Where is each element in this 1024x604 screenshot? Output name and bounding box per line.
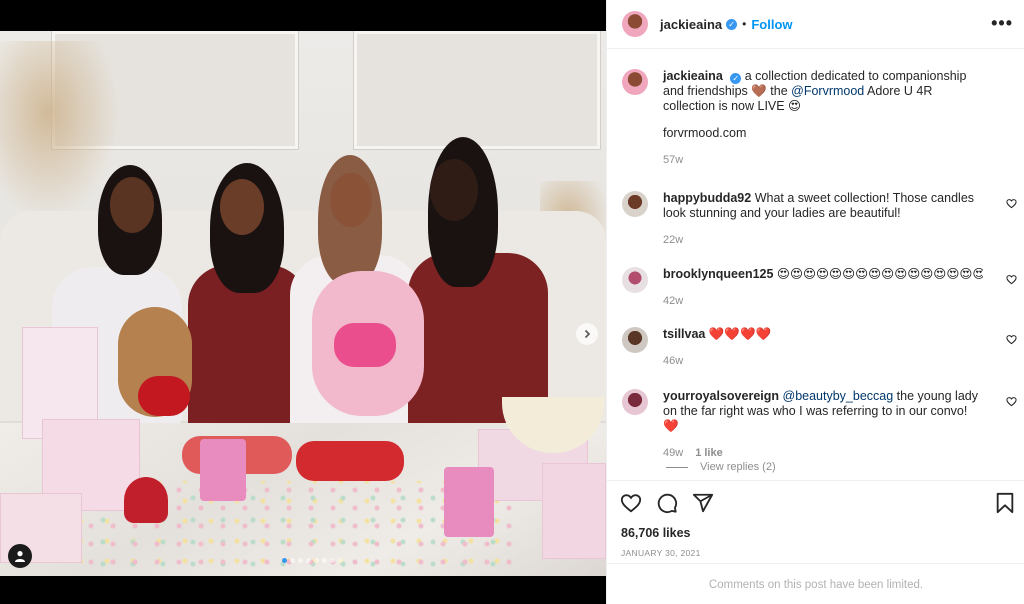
comment-like-button[interactable] — [1006, 334, 1017, 348]
caption-link: forvrmood.com — [663, 126, 747, 140]
commenter-username[interactable]: brooklynqueen125 — [663, 267, 773, 281]
comment-text: 😍😍😍😍😍😍😍😍😍😍😍😍😍😍😍😍😍😍😍😍😍 — [776, 267, 983, 281]
post-date[interactable]: JANUARY 30, 2021 — [621, 548, 701, 558]
person-2-face — [220, 179, 264, 235]
person-1-face — [110, 177, 154, 233]
author-avatar[interactable] — [622, 11, 648, 37]
comment-mention-link[interactable]: @beautyby_beccag — [783, 389, 894, 403]
person-4-face — [430, 159, 478, 221]
verified-badge-icon: ✓ — [726, 18, 738, 30]
carousel-dot — [314, 558, 319, 563]
comments-list: jackieaina ✓ a collection dedicated to c… — [607, 50, 1024, 480]
carousel-dot — [298, 558, 303, 563]
post-actions: 86,706 likes JANUARY 30, 2021 Comments o… — [607, 480, 1024, 604]
comment-body: happybudda92 What a sweet collection! Th… — [663, 191, 983, 248]
comment-like-button[interactable] — [1006, 198, 1017, 212]
instagram-post-modal: jackieaina ✓ • Follow ••• jackieaina ✓ a… — [0, 0, 1024, 604]
post-header: jackieaina ✓ • Follow ••• — [607, 0, 1024, 49]
comment-timestamp[interactable]: 49w — [663, 446, 683, 461]
commenter-avatar[interactable] — [622, 191, 648, 217]
replies-divider — [666, 466, 688, 468]
comments-limited-notice: Comments on this post have been limited. — [607, 563, 1024, 604]
share-icon — [692, 493, 714, 513]
comment-item: tsillvaa ❤️❤️❤️❤️ 46w — [622, 327, 1017, 369]
comment-body: tsillvaa ❤️❤️❤️❤️ 46w — [663, 327, 983, 369]
caption-author-avatar[interactable] — [622, 69, 648, 95]
chevron-right-icon — [584, 329, 591, 339]
comment-item: yourroyalsovereign @beautyby_beccag the … — [622, 389, 1017, 461]
wall-art-right — [354, 31, 600, 149]
caption-body: jackieaina ✓ a collection dedicated to c… — [663, 69, 983, 168]
like-button[interactable] — [619, 491, 643, 515]
commenter-avatar[interactable] — [622, 327, 648, 353]
commenter-avatar[interactable] — [622, 267, 648, 293]
view-replies-button[interactable]: View replies (2) — [666, 461, 776, 473]
comment-text: ❤️❤️❤️❤️ — [705, 327, 772, 341]
red-heart-pillow — [138, 376, 190, 416]
gift-box-edge — [542, 463, 606, 559]
action-icons — [619, 491, 715, 515]
candle-right — [444, 467, 494, 537]
carousel-dot — [338, 558, 343, 563]
post-details-panel: jackieaina ✓ • Follow ••• jackieaina ✓ a… — [606, 0, 1024, 604]
commenter-avatar[interactable] — [622, 389, 648, 415]
heart-outline-icon — [1006, 275, 1017, 285]
comment-timestamp[interactable]: 42w — [663, 294, 683, 309]
separator-dot: • — [742, 17, 747, 31]
heart-outline-icon — [1006, 397, 1017, 407]
heart-icon — [620, 494, 642, 513]
view-replies-label: View replies (2) — [700, 461, 776, 473]
chocolate-kiss — [124, 477, 168, 523]
comment-like-button[interactable] — [1006, 274, 1017, 288]
comment-body: yourroyalsovereign @beautyby_beccag the … — [663, 389, 983, 461]
verified-badge-icon: ✓ — [730, 73, 742, 84]
commenter-username[interactable]: tsillvaa — [663, 327, 705, 341]
bookmark-icon — [996, 492, 1014, 514]
caption-timestamp[interactable]: 57w — [663, 153, 683, 168]
pink-heart-pillow — [334, 323, 396, 367]
more-options-icon[interactable]: ••• — [991, 14, 1013, 32]
commenter-username[interactable]: yourroyalsovereign — [663, 389, 779, 403]
heart-outline-icon — [1006, 199, 1017, 209]
post-caption: jackieaina ✓ a collection dedicated to c… — [622, 69, 1017, 168]
chocolate-heart-box — [296, 441, 404, 481]
heart-outline-icon — [1006, 335, 1017, 345]
comment-button[interactable] — [655, 491, 679, 515]
candle-left — [200, 439, 246, 501]
carousel-dot — [290, 558, 295, 563]
user-tags-button[interactable] — [8, 544, 32, 568]
carousel-dot — [282, 558, 287, 563]
carousel-dot — [306, 558, 311, 563]
author-username[interactable]: jackieaina — [660, 17, 722, 32]
comment-like-button[interactable] — [1006, 396, 1017, 410]
save-button[interactable] — [993, 491, 1017, 515]
comment-body: brooklynqueen125 😍😍😍😍😍😍😍😍😍😍😍😍😍😍😍😍😍😍😍😍😍 4… — [663, 267, 983, 309]
comment-item: happybudda92 What a sweet collection! Th… — [622, 191, 1017, 248]
share-button[interactable] — [691, 491, 715, 515]
carousel-dot — [330, 558, 335, 563]
carousel-dot — [322, 558, 327, 563]
commenter-username[interactable]: happybudda92 — [663, 191, 751, 205]
person-3-face — [330, 173, 372, 227]
caption-mention-link[interactable]: @Forvrmood — [791, 84, 864, 98]
carousel-indicator — [282, 558, 343, 563]
likes-count[interactable]: 86,706 likes — [621, 526, 691, 540]
comment-item: brooklynqueen125 😍😍😍😍😍😍😍😍😍😍😍😍😍😍😍😍😍😍😍😍😍 4… — [622, 267, 1017, 309]
follow-button[interactable]: Follow — [751, 17, 792, 32]
user-tag-icon — [15, 551, 25, 562]
post-photo[interactable] — [0, 31, 606, 576]
comment-timestamp[interactable]: 22w — [663, 233, 683, 248]
comment-icon — [657, 493, 678, 514]
comment-like-count[interactable]: 1 like — [695, 446, 723, 461]
carousel-next-button[interactable] — [576, 323, 598, 345]
comment-timestamp[interactable]: 46w — [663, 354, 683, 369]
caption-username[interactable]: jackieaina — [663, 69, 723, 83]
post-media — [0, 0, 606, 604]
